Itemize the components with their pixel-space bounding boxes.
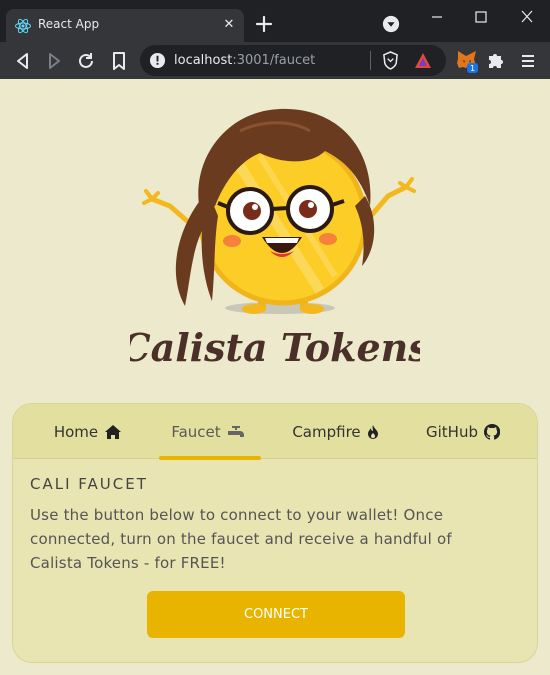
logo-text: Calista Tokens [130, 325, 420, 370]
brave-rewards-icon[interactable] [414, 52, 432, 69]
github-icon [484, 423, 500, 440]
faucet-title: CALI FAUCET [30, 475, 148, 493]
url-text[interactable]: localhost:3001/faucet [174, 53, 315, 68]
react-icon [15, 18, 31, 34]
nav-github[interactable]: GitHub [413, 404, 513, 459]
new-tab-icon[interactable] [252, 12, 276, 36]
nav-home-label: Home [53, 422, 99, 441]
brave-shield-icon[interactable] [382, 51, 399, 70]
menu-icon[interactable] [518, 51, 538, 71]
url-host: localhost [174, 53, 233, 68]
fire-icon [367, 424, 378, 439]
nav-campfire[interactable]: Campfire [278, 404, 393, 459]
omnibox-divider [370, 51, 371, 70]
bookmark-icon[interactable] [108, 50, 130, 72]
tab-search-icon[interactable] [382, 15, 400, 33]
home-icon [105, 424, 122, 439]
close-window-icon[interactable] [514, 6, 540, 28]
extension-badge: 1 [470, 64, 475, 73]
nav-github-label: GitHub [426, 422, 478, 441]
maximize-icon[interactable] [468, 6, 494, 28]
active-tab-indicator [159, 456, 261, 460]
connect-button[interactable]: CONNECT [147, 591, 405, 638]
nav-faucet[interactable]: Faucet [153, 404, 263, 459]
tab-close-icon[interactable]: ✕ [220, 16, 238, 34]
faucet-card: Home Faucet Campfire GitHub CALI FAUCET … [12, 403, 538, 663]
app-nav: Home Faucet Campfire GitHub [13, 404, 537, 460]
faucet-description: Use the button below to connect to your … [30, 506, 452, 572]
extensions-icon[interactable] [486, 50, 506, 70]
nav-campfire-label: Campfire [292, 422, 361, 441]
nav-faucet-label: Faucet [171, 422, 221, 441]
browser-tab[interactable]: React App ✕ [6, 9, 244, 42]
page-body: Calista Tokens Home Faucet Campfire GitH… [0, 79, 550, 675]
reload-icon[interactable] [75, 50, 97, 72]
faucet-icon [227, 425, 244, 437]
calista-logo: Calista Tokens [130, 108, 420, 370]
metamask-icon[interactable]: 1 [455, 48, 479, 74]
minimize-icon[interactable] [424, 6, 450, 28]
tab-title: React App [38, 17, 100, 31]
address-bar[interactable]: localhost:3001/faucet [140, 45, 446, 76]
forward-icon[interactable] [43, 50, 65, 72]
browser-toolbar: localhost:3001/faucet 1 [0, 42, 550, 79]
browser-titlebar: React App ✕ [0, 0, 550, 42]
nav-home[interactable]: Home [33, 404, 143, 459]
back-icon[interactable] [12, 50, 34, 72]
url-path: :3001/faucet [232, 53, 316, 68]
site-info-icon[interactable] [149, 52, 166, 69]
